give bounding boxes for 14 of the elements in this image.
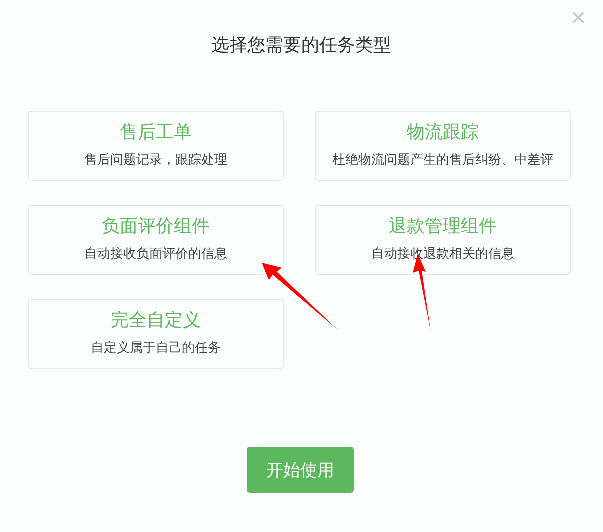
option-description: 售后问题记录，跟踪处理: [84, 152, 228, 170]
option-description: 自定义属于自己的任务: [91, 340, 221, 358]
option-description: 杜绝物流问题产生的售后纠纷、中差评: [332, 152, 554, 170]
task-option-card[interactable]: 物流跟踪 杜绝物流问题产生的售后纠纷、中差评: [315, 111, 571, 181]
option-title: 物流跟踪: [407, 121, 479, 145]
option-title: 完全自定义: [111, 309, 201, 333]
option-title: 负面评价组件: [102, 215, 210, 239]
task-option-card[interactable]: 售后工单 售后问题记录，跟踪处理: [28, 111, 284, 181]
dialog-title: 选择您需要的任务类型: [210, 34, 392, 58]
option-title: 售后工单: [120, 121, 192, 145]
task-option-card[interactable]: 负面评价组件 自动接收负面评价的信息: [28, 205, 284, 275]
option-description: 自动接收负面评价的信息: [84, 246, 228, 264]
option-title: 退款管理组件: [389, 215, 497, 239]
task-option-card[interactable]: 完全自定义 自定义属于自己的任务: [28, 299, 284, 369]
